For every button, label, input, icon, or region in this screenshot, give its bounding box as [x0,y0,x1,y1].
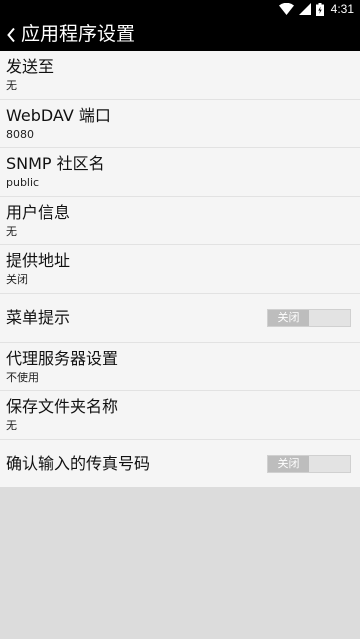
wifi-icon [278,3,294,15]
chevron-left-icon [7,27,15,42]
setting-value: 不使用 [6,370,39,384]
signal-icon [298,3,311,15]
menu-hint-toggle[interactable]: 关闭 [267,308,351,327]
setting-value: 关闭 [6,273,28,287]
setting-title: 保存文件夹名称 [6,397,119,417]
setting-value: 无 [6,79,17,92]
setting-user-info[interactable]: 用户信息 无 [0,197,360,246]
setting-save-folder-name[interactable]: 保存文件夹名称 无 [0,391,360,440]
status-icons: 4:31 [278,1,354,17]
setting-confirm-fax-number: 确认输入的传真号码 关闭 [0,440,360,489]
battery-icon [315,2,324,16]
setting-value: 无 [6,419,17,433]
setting-title: 确认输入的传真号码 [6,453,151,473]
confirm-fax-toggle[interactable]: 关闭 [267,454,351,473]
setting-title: SNMP 社区名 [6,154,105,174]
status-bar: 4:31 [0,0,360,18]
setting-value: public [6,176,40,190]
setting-title: 提供地址 [6,251,71,271]
setting-send-to[interactable]: 发送至 无 [0,51,360,100]
setting-value: 8080 [6,127,34,141]
page-title: 应用程序设置 [21,23,136,45]
app-bar: 应用程序设置 [0,18,360,51]
toggle-thumb: 关闭 [268,455,309,472]
setting-provide-address[interactable]: 提供地址 关闭 [0,245,360,294]
setting-title: 菜单提示 [6,307,71,327]
status-time: 4:31 [330,2,354,16]
setting-title: WebDAV 端口 [6,105,111,125]
back-button[interactable] [1,18,21,51]
setting-snmp-community[interactable]: SNMP 社区名 public [0,148,360,197]
setting-title: 用户信息 [6,202,71,222]
settings-list: 发送至 无 WebDAV 端口 8080 SNMP 社区名 public 用户信… [0,51,360,489]
setting-title: 代理服务器设置 [6,348,119,368]
setting-webdav-port[interactable]: WebDAV 端口 8080 [0,100,360,149]
empty-area [0,487,360,639]
toggle-thumb: 关闭 [268,309,309,326]
setting-title: 发送至 [6,57,55,76]
setting-value: 无 [6,224,17,238]
setting-menu-hint: 菜单提示 关闭 [0,294,360,343]
setting-proxy-server[interactable]: 代理服务器设置 不使用 [0,343,360,392]
